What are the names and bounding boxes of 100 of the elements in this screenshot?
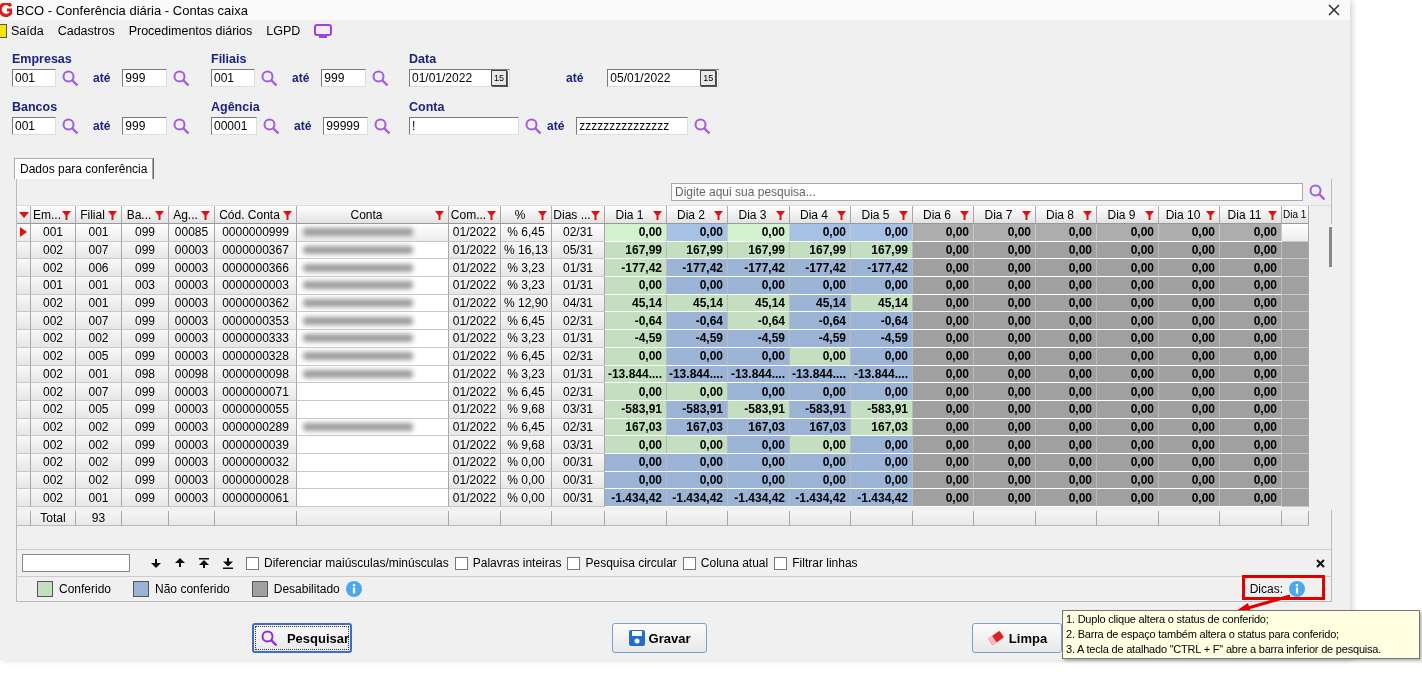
filter-icon[interactable] [899,211,908,220]
table-cell[interactable]: 0,00 [605,383,667,401]
column-header[interactable]: Conta [297,206,449,224]
checkbox-option[interactable]: Diferenciar maiúsculas/minúsculas [246,556,449,570]
table-cell[interactable]: 0,00 [851,436,913,454]
table-cell[interactable]: -1.434,42 [605,489,667,507]
column-header[interactable]: Dia 5 [851,206,913,224]
column-header[interactable]: Dia 10 [1159,206,1220,224]
row-selector[interactable] [17,383,31,401]
table-cell[interactable]: -0,64 [790,312,851,331]
table-cell[interactable]: 0,00 [728,383,790,401]
table-cell[interactable]: -4,59 [728,330,790,348]
table-cell[interactable]: -4,59 [667,330,728,348]
table-cell[interactable]: 0,00 [728,436,790,454]
filter-icon[interactable] [155,211,164,220]
table-cell[interactable]: 0,00 [851,383,913,401]
column-header[interactable]: Dia 1 [1282,206,1309,224]
filter-icon[interactable] [283,211,292,220]
column-header[interactable]: Filial [76,206,122,224]
column-header[interactable]: % [501,206,552,224]
column-header[interactable]: Com... [449,206,501,224]
table-cell[interactable]: 0,00 [667,224,728,242]
filter-icon[interactable] [1145,211,1154,220]
search-icon[interactable] [374,117,392,135]
arrow-to-bottom-icon[interactable] [223,557,233,569]
input-field[interactable]: 999 [321,69,367,87]
input-field[interactable]: ! [409,117,519,135]
close-icon[interactable] [1316,558,1325,568]
filter-icon[interactable] [201,211,210,220]
search-icon[interactable] [525,117,542,135]
calendar-button[interactable]: 15 [491,70,507,86]
column-header[interactable]: Cód. Conta [215,206,297,224]
column-header[interactable]: Dia 7 [974,206,1036,224]
filter-icon[interactable] [714,211,723,220]
filter-icon[interactable] [538,211,547,220]
calendar-button[interactable]: 15 [700,70,717,86]
table-cell[interactable]: -0,64 [851,312,913,331]
table-cell[interactable]: -177,42 [667,259,728,278]
input-field[interactable]: 001 [12,117,56,135]
search-icon[interactable] [260,629,278,647]
column-header[interactable]: Dia 2 [667,206,728,224]
table-cell[interactable]: 0,00 [851,224,913,242]
filter-icon[interactable] [435,211,444,220]
table-cell[interactable]: -4,59 [605,330,667,348]
column-header[interactable] [17,206,31,224]
table-cell[interactable]: -4,59 [790,330,851,348]
action-button[interactable]: Pesquisar [252,623,352,653]
table-cell[interactable]: -1.434,42 [851,489,913,507]
table-cell[interactable]: 0,00 [851,277,913,295]
input-field[interactable]: 999 [122,69,168,87]
arrow-to-top-icon[interactable] [199,557,209,569]
column-header[interactable]: Ba... [122,206,169,224]
filter-icon[interactable] [591,211,600,220]
action-button[interactable]: Gravar [612,623,707,653]
table-cell[interactable]: 0,00 [667,277,728,295]
row-selector[interactable] [17,436,31,454]
action-button[interactable]: Limpa [972,623,1062,653]
table-cell[interactable]: -0,64 [667,312,728,331]
table-cell[interactable]: 0,00 [790,383,851,401]
input-field[interactable]: 01/01/2022 15 [409,69,510,87]
row-selector[interactable] [17,277,31,295]
table-cell[interactable]: 0,00 [790,224,851,242]
column-header[interactable]: Em... [31,206,76,224]
column-header[interactable]: Dia 8 [1036,206,1097,224]
checkbox-option[interactable]: Coluna atual [682,556,769,570]
row-selector[interactable] [17,259,31,278]
table-cell[interactable]: 0,00 [790,277,851,295]
checkbox-option[interactable]: Pesquisa circular [567,556,677,570]
menu-item[interactable]: Saída [11,23,44,39]
search-icon[interactable] [173,69,191,87]
info-icon[interactable] [1289,581,1305,597]
monitor-icon[interactable] [314,24,333,38]
menu-item[interactable]: Cadastros [57,23,115,39]
filter-icon[interactable] [1206,211,1215,220]
table-cell[interactable]: -177,42 [790,259,851,278]
table-cell[interactable]: -177,42 [605,259,667,278]
filter-icon[interactable] [960,211,969,220]
search-icon[interactable] [372,69,390,87]
filter-icon[interactable] [108,211,117,220]
tab[interactable]: Dados para conferência [14,158,154,179]
input-field[interactable]: zzzzzzzzzzzzzzz [576,117,689,135]
table-cell[interactable]: 0,00 [667,436,728,454]
table-cell[interactable]: -177,42 [728,259,790,278]
search-icon[interactable] [1309,183,1326,201]
arrow-up-icon[interactable] [175,558,185,568]
search-field[interactable]: Digite aqui sua pesquisa... [671,183,1303,201]
input-field[interactable]: 00001 [211,117,257,135]
search-icon[interactable] [62,117,79,135]
table-cell[interactable]: 0,00 [605,277,667,295]
checkbox-option[interactable]: Filtrar linhas [774,556,858,570]
menu-item[interactable]: Procedimentos diários [128,23,253,39]
table-cell[interactable]: -1.434,42 [790,489,851,507]
row-selector[interactable] [17,312,31,331]
search-icon[interactable] [263,117,280,135]
filter-icon[interactable] [776,211,785,220]
column-header[interactable]: Dia 11 [1220,206,1282,224]
search-icon[interactable] [261,69,278,87]
input-field[interactable]: 001 [211,69,255,87]
row-selector[interactable] [17,224,31,242]
table-cell[interactable]: -0,64 [605,312,667,331]
